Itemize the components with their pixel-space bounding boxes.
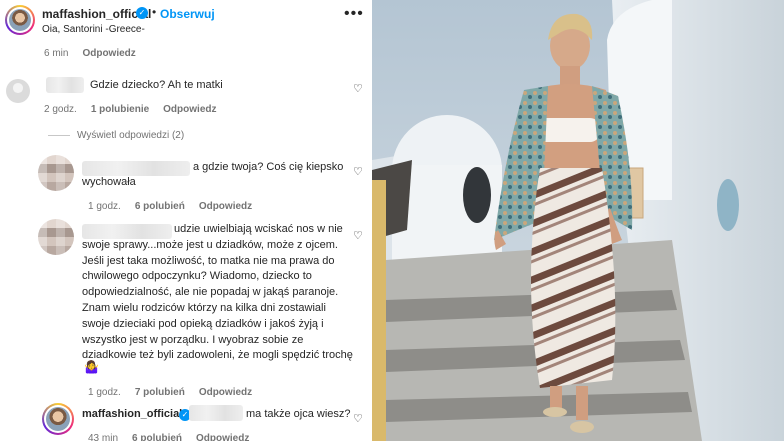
comment-time: 1 godz. [88,201,121,212]
comment-text-line: swoje dzieciaki pod opieką dziadków i ja… [82,317,324,330]
comments-panel: maffashion_official ✓ • Obserwuj Oia, Sa… [0,0,372,441]
reply-button[interactable]: Odpowiedz [82,48,135,59]
blurred-username [82,224,172,239]
likes-count[interactable]: 6 polubień [132,433,182,441]
comment-text: ma także ojca wiesz? [246,408,351,420]
comment-text-line: wychowała [82,176,136,188]
heart-outline-icon[interactable]: ♡ [353,412,363,425]
avatar[interactable] [5,5,35,35]
comment-username[interactable]: maffashion_official [82,407,182,423]
reply-button[interactable]: Odpowiedz [199,201,252,212]
heart-outline-icon[interactable]: ♡ [353,229,363,242]
post-photo [372,0,784,441]
santorini-photo [372,0,784,441]
top-comment-meta: 6 min Odpowiedz [44,48,136,59]
replies-divider [48,135,70,136]
comment-time: 2 godz. [44,104,77,115]
comment-text-line: odpowiedzialność, ale nie popadaj w jaką… [82,286,339,299]
comment-text-line: udzie uwielbiają wciskać nos w nie [174,223,343,235]
heart-outline-icon[interactable]: ♡ [353,165,363,178]
separator-dot: • [152,5,157,19]
avatar[interactable] [38,219,74,255]
likes-count[interactable]: 7 polubień [135,387,185,398]
comment-text: Gdzie dziecko? Ah te matki [90,79,223,91]
comment-meta: 2 godz. 1 polubienie Odpowiedz [44,104,217,115]
avatar[interactable] [38,155,74,191]
blurred-username [82,161,190,176]
comment-time: 6 min [44,48,69,59]
follow-button[interactable]: Obserwuj [160,7,215,21]
comment-text-line: a gdzie twoja? Coś cię kiepsko [193,161,344,173]
more-options-icon[interactable]: ••• [344,5,364,23]
comment-text-line: dziadkowie też byli zadowoleni, że mogli… [82,349,353,362]
comment-meta: 1 godz. 6 polubień Odpowiedz [88,201,252,212]
likes-count[interactable]: 1 polubienie [91,104,149,115]
verified-badge-icon: ✓ [136,7,148,19]
comment-text-line: Znam wielu rodziców którzy na kilka dni … [82,302,326,314]
comment-time: 1 godz. [88,387,121,398]
likes-count[interactable]: 6 polubień [135,201,185,212]
view-replies-button[interactable]: Wyświetl odpowiedzi (2) [77,130,184,141]
username[interactable]: maffashion_official [42,7,151,21]
reply-button[interactable]: Odpowiedz [196,433,249,441]
blurred-mention [189,405,243,421]
reply-button[interactable]: Odpowiedz [199,387,252,398]
comment-text-line: chwilowego odpoczynku? Wiadomo, dziecko … [82,270,312,283]
comment-text-line: wszystko jest w porządku. I wyobraz sobi… [82,333,304,346]
avatar[interactable] [42,403,74,435]
reply-button[interactable]: Odpowiedz [163,104,216,115]
shrug-emoji-icon: 🤷‍♀️ [84,360,99,374]
comment-text-line: swoje sprawy...może jest u dziadków, moż… [82,238,338,251]
comment-meta: 43 min 6 polubień Odpowiedz [88,433,249,441]
comment-meta: 1 godz. 7 polubień Odpowiedz [88,387,252,398]
post-header: maffashion_official ✓ • Obserwuj Oia, Sa… [0,0,372,42]
comment-time: 43 min [88,433,119,441]
location-link[interactable]: Oia, Santorini -Greece- [42,24,145,35]
avatar[interactable] [6,79,30,103]
heart-outline-icon[interactable]: ♡ [353,82,363,95]
blurred-username [46,77,84,93]
comment-text-line: Jeśli jest taka możliwość, to matka nie … [82,254,335,267]
